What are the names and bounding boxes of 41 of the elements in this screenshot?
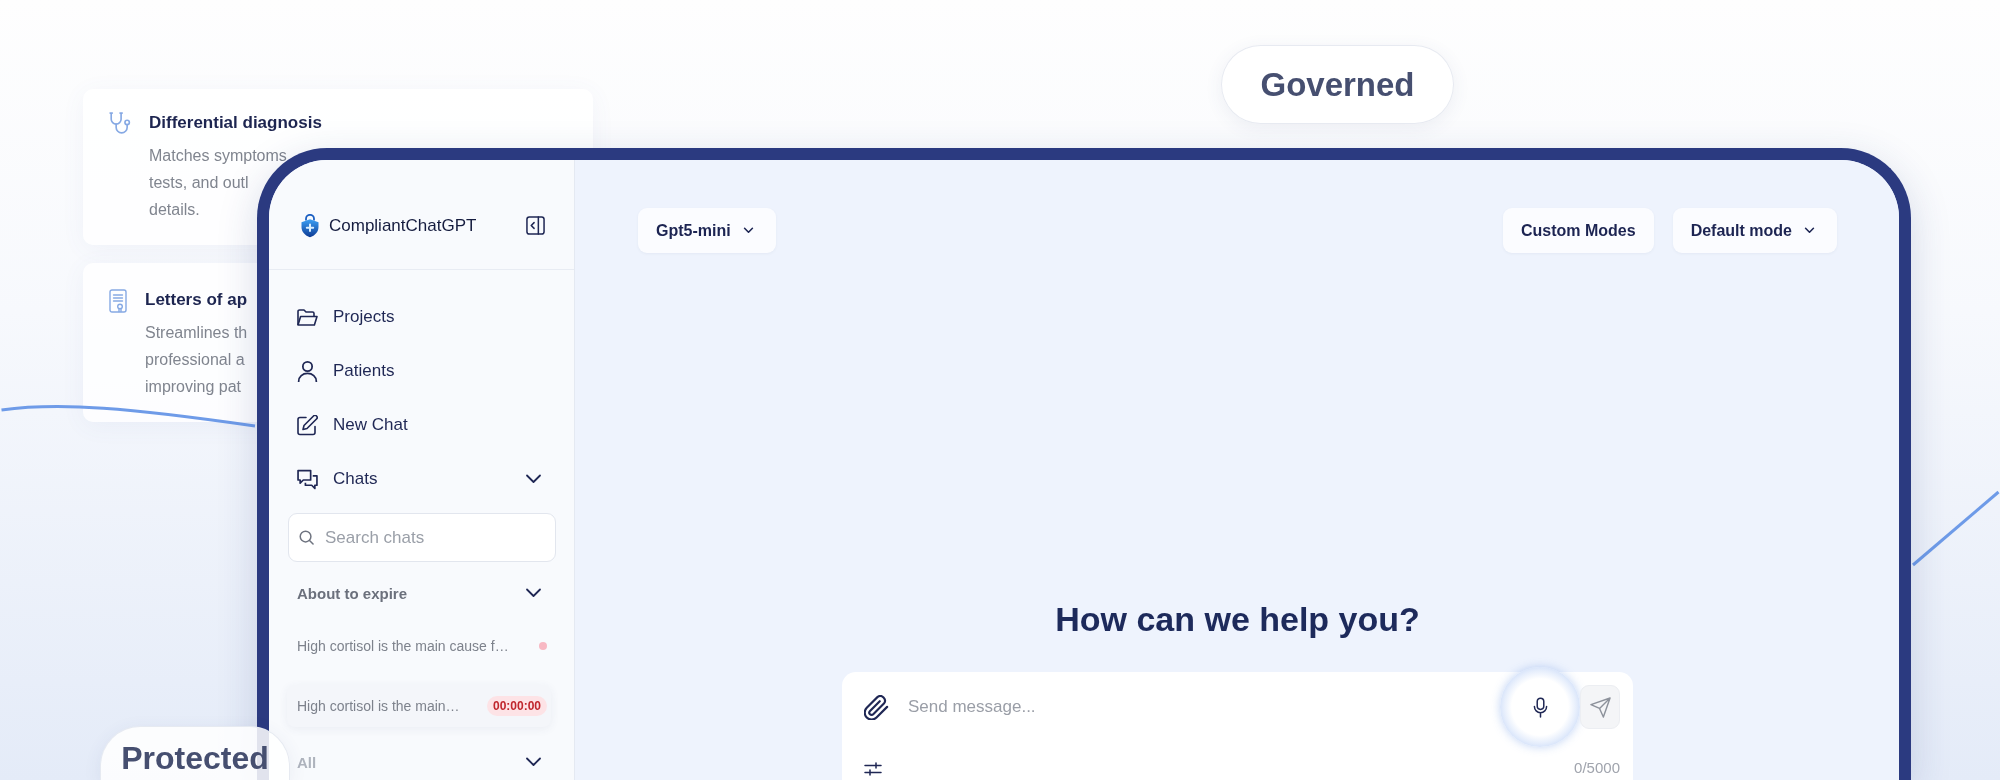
chat-item[interactable]: High cortisol is the main cause f…	[287, 625, 551, 667]
nav-item[interactable]: Patients	[269, 344, 574, 398]
section-header[interactable]: About to expire	[297, 575, 542, 611]
toolbar-button[interactable]: Custom Modes	[1503, 208, 1654, 253]
feature-description: Matches symptoms tests, and outl details.	[149, 146, 287, 220]
welcome-heading: How can we help you?	[1054, 599, 1421, 640]
feature-title: Differential diagnosis	[149, 112, 322, 134]
sliders-icon[interactable]	[864, 762, 882, 776]
chevron-down-icon	[1804, 227, 1815, 234]
feature-description: Streamlines th professional a improving pat	[145, 323, 248, 397]
send-icon	[1589, 696, 1611, 718]
shield-logo-icon	[300, 213, 320, 238]
chevron-down-icon[interactable]	[525, 757, 542, 767]
feature-title: Letters of ap	[145, 289, 248, 311]
paperclip-icon[interactable]	[864, 694, 889, 720]
mode-dropdown[interactable]: Default mode	[1672, 208, 1837, 253]
edit-icon	[297, 414, 318, 436]
timer-badge: 00:00:00	[486, 696, 547, 716]
chevron-down-icon	[742, 227, 754, 234]
brand-name: CompliantChatGPT	[329, 215, 478, 236]
label-pill: Governed	[1221, 45, 1454, 124]
stethoscope-icon	[109, 112, 131, 134]
document-icon	[109, 289, 127, 313]
message-input[interactable]: Send message...	[908, 697, 1500, 717]
label-pill: Protected	[100, 726, 290, 780]
status-dot-icon	[539, 642, 547, 650]
chat-item[interactable]: High cortisol is the main… 00:00:00	[287, 685, 551, 727]
chevron-down-icon[interactable]	[525, 588, 542, 598]
character-counter: 0/5000	[1574, 759, 1620, 776]
model-dropdown[interactable]: Gpt5-mini	[638, 208, 776, 253]
chevron-down-icon[interactable]	[525, 474, 542, 484]
folder-icon	[297, 306, 318, 328]
chat-bubbles-icon	[297, 468, 318, 490]
nav-item[interactable]: Projects	[269, 290, 574, 344]
sidebar-collapse-icon[interactable]	[526, 216, 545, 235]
chats-toggle[interactable]: Chats	[269, 452, 574, 506]
search-field[interactable]: Search chats	[288, 513, 556, 562]
search-icon	[299, 530, 314, 545]
microphone-icon	[1532, 696, 1548, 718]
user-icon	[297, 360, 318, 382]
nav-item[interactable]: New Chat	[269, 398, 574, 452]
